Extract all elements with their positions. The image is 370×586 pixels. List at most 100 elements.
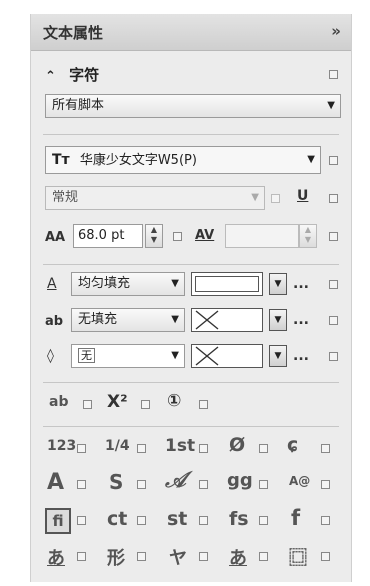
underline-icon[interactable]: U <box>297 188 308 204</box>
fill-checkbox[interactable] <box>329 280 338 289</box>
standard-ligatures-icon[interactable]: fi <box>45 508 71 534</box>
ordinal-checkbox[interactable] <box>199 400 208 409</box>
feature-checkbox[interactable] <box>137 444 146 453</box>
fill-type-value: 均匀填充 <box>78 276 131 291</box>
kerning-stepper[interactable]: ▲ ▼ <box>299 224 317 248</box>
traditional-forms-icon[interactable]: 形 <box>107 544 125 570</box>
feature-checkbox[interactable] <box>199 444 208 453</box>
kerning-checkbox[interactable] <box>329 232 338 241</box>
no-color-icon <box>195 346 219 366</box>
size-checkbox[interactable] <box>173 232 182 241</box>
feature-checkbox[interactable] <box>77 516 86 525</box>
slashed-zero-icon[interactable]: Ø <box>229 434 245 456</box>
background-type-select[interactable]: 无 ▼ <box>71 344 185 368</box>
panel-title-bar: 文本属性 » <box>31 14 351 51</box>
fill-type-select[interactable]: 均匀填充 ▼ <box>71 272 185 296</box>
script-select[interactable]: 所有脚本 ▼ <box>45 94 341 118</box>
collapse-panel-icon[interactable]: » <box>331 22 341 40</box>
feature-checkbox[interactable] <box>259 552 268 561</box>
superscript-icon[interactable]: X² <box>107 392 128 412</box>
feature-checkbox[interactable] <box>259 516 268 525</box>
expert-forms-icon[interactable]: ⿴ <box>289 544 307 570</box>
feature-checkbox[interactable] <box>259 480 268 489</box>
kana-alternates-icon[interactable]: あ <box>47 544 65 570</box>
outline-type-select[interactable]: 无填充 ▼ <box>71 308 185 332</box>
background-fill-icon: ◊ <box>47 348 54 364</box>
more-options-button[interactable]: ... <box>293 348 309 364</box>
feature-checkbox[interactable] <box>77 480 86 489</box>
discretionary-ligatures-icon[interactable]: ct <box>107 508 127 530</box>
chevron-down-icon: ▼ <box>171 278 179 289</box>
contextual-alternates-icon[interactable]: A@ <box>289 474 310 488</box>
kerning-input[interactable] <box>225 224 299 248</box>
feature-checkbox[interactable] <box>137 516 146 525</box>
outline-color-swatch[interactable] <box>191 308 263 332</box>
historical-forms-icon[interactable]: fs <box>229 508 249 530</box>
ordinal-circle-icon[interactable]: ① <box>167 391 181 411</box>
chevron-down-icon: ▼ <box>251 192 259 203</box>
chevron-down-icon: ▼ <box>171 314 179 325</box>
font-style-select[interactable]: 常规 ▼ <box>45 186 265 210</box>
font-size-stepper[interactable]: ▲ ▼ <box>145 224 163 248</box>
small-caps-icon[interactable]: ab <box>49 394 68 410</box>
text-properties-panel: 文本属性 » ⌃ 字符 所有脚本 ▼ Tт 华康少女文字W5(P) ▼ 常规 ▼… <box>30 14 352 582</box>
outline-text-icon: ab <box>45 314 64 329</box>
font-list-select[interactable]: Tт 华康少女文字W5(P) ▼ <box>45 146 321 174</box>
feature-checkbox[interactable] <box>137 552 146 561</box>
swash-icon[interactable]: 𝒜 <box>165 468 186 493</box>
feature-checkbox[interactable] <box>199 516 208 525</box>
outline-type-value: 无填充 <box>78 312 118 327</box>
background-color-swatch[interactable] <box>191 344 263 368</box>
feature-checkbox[interactable] <box>199 552 208 561</box>
outline-checkbox[interactable] <box>329 316 338 325</box>
superscript-checkbox[interactable] <box>141 400 150 409</box>
vertical-alternates-icon[interactable]: ヤ <box>169 544 187 570</box>
divider <box>43 382 339 383</box>
style-checkbox[interactable] <box>271 194 280 203</box>
color-picker-button[interactable]: ▼ <box>269 309 287 331</box>
feature-checkbox[interactable] <box>321 444 330 453</box>
kerning-icon: AV <box>195 228 215 243</box>
color-picker-button[interactable]: ▼ <box>269 273 287 295</box>
ordinal-icon[interactable]: 1st <box>165 436 195 456</box>
font-size-input[interactable]: 68.0 pt <box>73 224 143 248</box>
divider <box>43 426 339 427</box>
feature-checkbox[interactable] <box>321 516 330 525</box>
feature-checkbox[interactable] <box>137 480 146 489</box>
historical-ligatures-icon[interactable]: st <box>167 508 187 530</box>
font-type-icon: Tт <box>52 152 70 168</box>
small-caps-checkbox[interactable] <box>83 400 92 409</box>
character-section-header[interactable]: ⌃ 字符 <box>45 64 99 85</box>
background-type-value: 无 <box>78 348 95 363</box>
feature-checkbox[interactable] <box>77 444 86 453</box>
section-option-checkbox[interactable] <box>329 70 338 79</box>
stylistic-set-icon[interactable]: S <box>109 470 123 494</box>
ornament-icon[interactable]: ɕ <box>287 434 298 456</box>
background-checkbox[interactable] <box>329 352 338 361</box>
ruby-icon[interactable]: あ <box>229 544 247 570</box>
font-name: 华康少女文字W5(P) <box>79 153 197 168</box>
section-title: 字符 <box>69 66 100 84</box>
font-style-value: 常规 <box>52 190 79 205</box>
feature-checkbox[interactable] <box>259 444 268 453</box>
no-color-icon <box>195 310 219 330</box>
feature-checkbox[interactable] <box>199 480 208 489</box>
feature-checkbox[interactable] <box>321 480 330 489</box>
more-options-button[interactable]: ... <box>293 312 309 328</box>
feature-checkbox[interactable] <box>77 552 86 561</box>
color-picker-button[interactable]: ▼ <box>269 345 287 367</box>
feature-checkbox[interactable] <box>321 552 330 561</box>
long-s-icon[interactable]: f <box>291 506 300 530</box>
fill-color-swatch[interactable] <box>191 272 263 296</box>
underline-checkbox[interactable] <box>329 194 338 203</box>
font-option-checkbox[interactable] <box>329 156 338 165</box>
titling-alternates-icon[interactable]: A <box>47 470 64 495</box>
divider <box>43 134 339 135</box>
fraction-icon[interactable]: 1/4 <box>105 438 130 454</box>
font-size-icon: AA <box>45 230 66 245</box>
more-options-button[interactable]: ... <box>293 276 309 292</box>
panel-title: 文本属性 <box>43 24 104 42</box>
lining-numerals-icon[interactable]: 123 <box>47 438 76 454</box>
chevron-down-icon: ▼ <box>171 350 179 361</box>
stylistic-alternates-icon[interactable]: gg <box>227 470 253 491</box>
